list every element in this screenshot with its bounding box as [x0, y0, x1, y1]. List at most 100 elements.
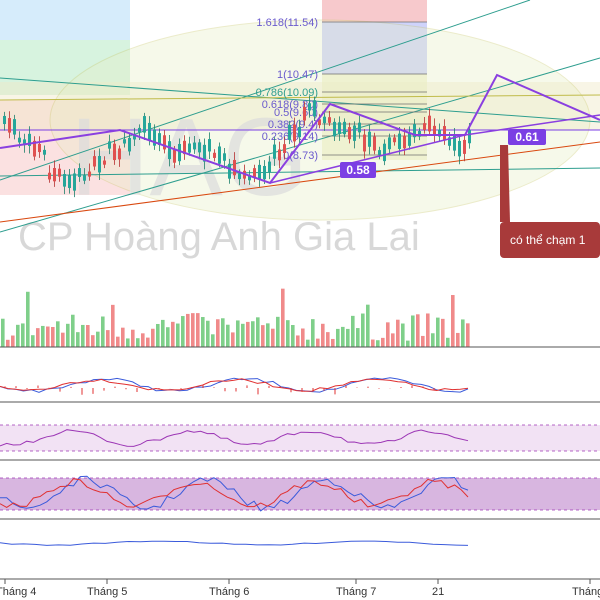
volume-bar [106, 330, 110, 347]
callout-text: có thể chạm 1 [510, 233, 586, 247]
candle-body [408, 133, 411, 146]
candle-body [363, 134, 366, 152]
badge-061: 0.61 [508, 129, 546, 145]
volume-bar [271, 328, 275, 347]
volume-bar [101, 316, 105, 347]
fib-level-label: 1(10.47) [277, 69, 318, 81]
candle-body [368, 131, 371, 147]
x-tick-label: 21 [432, 586, 444, 598]
candle-body [393, 137, 396, 143]
volume-bar [351, 315, 355, 347]
zone-fib-pink [322, 0, 427, 22]
candle-body [138, 127, 141, 133]
volume-bar [96, 331, 100, 347]
candle-body [173, 149, 176, 163]
candle-body [113, 143, 116, 161]
candle-body [53, 168, 56, 182]
volume-bar [431, 333, 435, 347]
volume-bar [356, 328, 360, 347]
volume-bar [36, 328, 40, 347]
candle-body [123, 139, 126, 144]
candle-body [273, 144, 276, 159]
candle-body [8, 118, 11, 133]
fib-level-label: 0.786(10.09) [256, 87, 318, 99]
candle-body [143, 116, 146, 133]
volume-bar [391, 333, 395, 347]
candle-body [293, 124, 296, 142]
volume-bar [301, 328, 305, 347]
candle-body [83, 175, 86, 181]
volume-bar [41, 325, 45, 347]
candle-body [338, 122, 341, 134]
stock-chart[interactable]: HAG CP Hoàng Anh Gia Lai 1.618(11.54) 1(1… [0, 0, 600, 600]
candle-body [188, 143, 191, 153]
candle-body [373, 136, 376, 151]
volume-bar [316, 338, 320, 347]
volume-bar [416, 314, 420, 347]
candle-body [308, 103, 311, 111]
candle-body [283, 144, 286, 153]
volume-bar [91, 335, 95, 347]
volume-bar [161, 319, 165, 347]
candle-body [238, 173, 241, 180]
volume-bar [186, 313, 190, 347]
volume-bar [216, 319, 220, 347]
candle-body [193, 142, 196, 150]
candle-body [223, 153, 226, 161]
volume-bar [461, 319, 465, 347]
volume-bar [346, 328, 350, 347]
candle-body [163, 135, 166, 150]
candle-body [428, 115, 431, 132]
candle-body [68, 175, 71, 189]
volume-bar [321, 323, 325, 347]
candle-body [328, 117, 331, 123]
volume-bar [406, 340, 410, 347]
x-tick-label: Tháng 6 [209, 586, 249, 598]
candle-body [218, 146, 221, 164]
volume-bar [146, 337, 150, 347]
candle-body [258, 164, 261, 180]
indicator-line [0, 540, 469, 546]
candle-body [18, 137, 21, 143]
volume-bar [291, 325, 295, 347]
candle-body [118, 148, 121, 160]
candle-body [353, 125, 356, 141]
volume-bar [56, 321, 60, 347]
watermark-symbol: HAG [70, 96, 308, 219]
volume-bar [336, 328, 340, 347]
volume-bar [156, 323, 160, 347]
candle-body [43, 149, 46, 155]
volume-bar [166, 327, 170, 347]
volume-bar [311, 319, 315, 347]
candle-body [108, 141, 111, 149]
candle-body [383, 143, 386, 162]
candle-body [303, 106, 306, 121]
candle-body [313, 100, 316, 117]
volume-bar [196, 313, 200, 347]
zone-blue [0, 0, 130, 40]
volume-bar [381, 337, 385, 347]
volume-bar [221, 318, 225, 347]
volume-bar [296, 335, 300, 347]
volume-bar [466, 323, 470, 347]
x-tick-label: Tháng 5 [87, 586, 127, 598]
candle-body [228, 163, 231, 179]
volume-bar [86, 325, 90, 347]
fib-level-label: 1.618(11.54) [256, 17, 318, 29]
x-tick-label: Tháng 4 [0, 586, 36, 598]
volume-bar [241, 323, 245, 347]
volume-bar [331, 338, 335, 347]
volume-bar [436, 317, 440, 347]
volume-bar [141, 333, 145, 347]
candle-body [78, 168, 81, 177]
candle-body [93, 156, 96, 167]
volume-bar [201, 317, 205, 347]
candle-body [398, 133, 401, 149]
volume-bar [376, 340, 380, 347]
volume-bar [426, 313, 430, 347]
volume-bar [396, 319, 400, 347]
badge-058-label: 0.58 [346, 163, 370, 177]
indicator-panel [0, 540, 600, 580]
volume-bar [171, 321, 175, 347]
candle-body [128, 137, 131, 152]
